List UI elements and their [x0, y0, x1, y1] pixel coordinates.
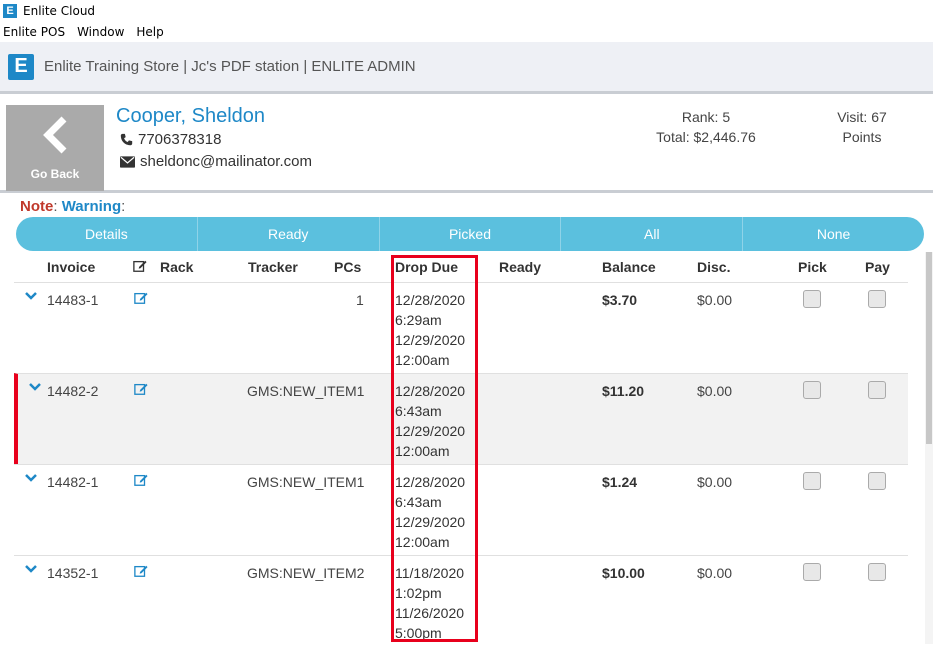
- header-balance[interactable]: Balance: [602, 259, 656, 275]
- go-back-button[interactable]: Go Back: [6, 105, 104, 191]
- menu-bar: Enlite POS Window Help: [0, 22, 933, 42]
- window-title: Enlite Cloud: [23, 4, 96, 18]
- drop-due-highlight-box: [391, 255, 478, 642]
- note-separator: :: [53, 198, 62, 215]
- go-back-label: Go Back: [30, 167, 80, 181]
- customer-email: sheldonc@mailinator.com: [120, 153, 312, 170]
- header-disc[interactable]: Disc.: [697, 259, 730, 275]
- pay-checkbox[interactable]: [868, 563, 886, 581]
- pick-checkbox[interactable]: [803, 563, 821, 581]
- customer-name[interactable]: Cooper, Sheldon: [116, 105, 265, 128]
- header-pay[interactable]: Pay: [865, 259, 890, 275]
- header-ready[interactable]: Ready: [499, 259, 541, 275]
- header-rack[interactable]: Rack: [160, 259, 193, 275]
- header-invoice[interactable]: Invoice: [47, 259, 95, 275]
- chevron-down-icon[interactable]: [24, 473, 38, 483]
- discount: $0.00: [697, 474, 733, 490]
- invoice-number[interactable]: 14352-1: [47, 565, 98, 581]
- note-warning: Warning: [61, 198, 122, 215]
- customer-note: Note: Warning:: [20, 198, 125, 215]
- edit-icon[interactable]: [134, 382, 148, 396]
- balance: $10.00: [602, 565, 645, 581]
- points-label: Points: [842, 129, 882, 145]
- header-pcs[interactable]: PCs: [334, 259, 361, 275]
- email-address: sheldonc@mailinator.com: [140, 153, 312, 170]
- pick-checkbox[interactable]: [803, 290, 821, 308]
- app-logo-icon: E: [3, 4, 17, 18]
- header-tracker[interactable]: Tracker: [248, 259, 298, 275]
- enlite-logo-icon: E: [8, 53, 34, 80]
- chevron-down-icon[interactable]: [28, 382, 42, 392]
- menu-help[interactable]: Help: [136, 25, 163, 39]
- edit-icon[interactable]: [134, 291, 148, 305]
- phone-number: 7706378318: [138, 131, 222, 148]
- invoice-number[interactable]: 14482-2: [47, 383, 98, 399]
- discount: $0.00: [697, 565, 733, 581]
- filter-bar: Details Ready Picked All None: [16, 217, 924, 251]
- chevron-down-icon[interactable]: [24, 564, 38, 574]
- edit-icon[interactable]: [134, 564, 148, 578]
- discount: $0.00: [697, 292, 733, 308]
- vertical-scrollbar[interactable]: [925, 252, 933, 644]
- header-pick[interactable]: Pick: [798, 259, 827, 275]
- pay-checkbox[interactable]: [868, 290, 886, 308]
- note-label: Note: [20, 198, 54, 215]
- tracker: GMS:NEW_ITEM1: [247, 383, 365, 399]
- balance: $11.20: [602, 383, 645, 399]
- filter-details[interactable]: Details: [16, 217, 198, 251]
- customer-rank: Rank: 5 Total: $2,446.76: [640, 107, 772, 147]
- balance: $1.24: [602, 474, 638, 490]
- store-title: Enlite Training Store | Jc's PDF station…: [44, 58, 416, 75]
- app-header: E Enlite Training Store | Jc's PDF stati…: [0, 42, 933, 94]
- total-value: Total: $2,446.76: [656, 129, 756, 145]
- edit-icon[interactable]: [134, 473, 148, 487]
- invoice-number[interactable]: 14483-1: [47, 292, 98, 308]
- pick-checkbox[interactable]: [803, 381, 821, 399]
- phone-icon: [120, 133, 133, 146]
- pick-checkbox[interactable]: [803, 472, 821, 490]
- chevron-left-icon: [43, 116, 67, 154]
- customer-visit: Visit: 67 Points: [810, 107, 914, 147]
- pieces: 1: [356, 292, 364, 308]
- menu-enlite-pos[interactable]: Enlite POS: [3, 25, 65, 39]
- discount: $0.00: [697, 383, 733, 399]
- envelope-icon: [120, 155, 135, 168]
- window-titlebar: E Enlite Cloud: [0, 0, 933, 22]
- pay-checkbox[interactable]: [868, 472, 886, 490]
- filter-picked[interactable]: Picked: [380, 217, 562, 251]
- scrollbar-thumb[interactable]: [926, 252, 932, 444]
- pay-checkbox[interactable]: [868, 381, 886, 399]
- customer-panel: Go Back Cooper, Sheldon 7706378318 sheld…: [0, 97, 933, 193]
- invoice-number[interactable]: 14482-1: [47, 474, 98, 490]
- filter-none[interactable]: None: [743, 217, 924, 251]
- filter-ready[interactable]: Ready: [198, 217, 380, 251]
- tracker: GMS:NEW_ITEM2: [247, 565, 365, 581]
- chevron-down-icon[interactable]: [24, 291, 38, 301]
- balance: $3.70: [602, 292, 638, 308]
- rank-value: Rank: 5: [681, 109, 731, 125]
- note-end: :: [121, 198, 126, 215]
- customer-phone: 7706378318: [120, 131, 221, 148]
- visit-value: Visit: 67: [837, 109, 887, 125]
- filter-all[interactable]: All: [561, 217, 744, 251]
- menu-window[interactable]: Window: [77, 25, 124, 39]
- tracker: GMS:NEW_ITEM1: [247, 474, 365, 490]
- edit-header-icon: [133, 260, 147, 272]
